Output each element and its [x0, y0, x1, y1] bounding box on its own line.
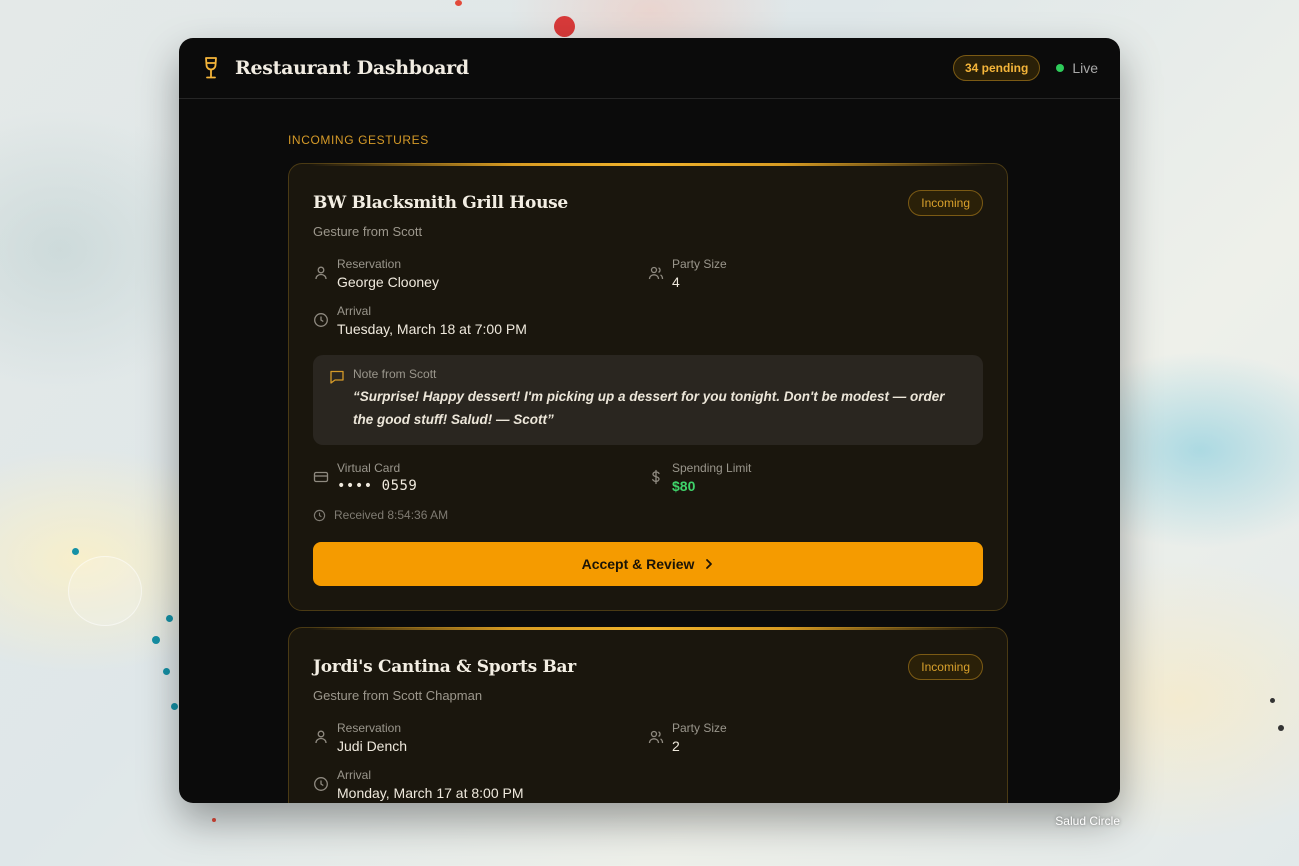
reservation-label: Reservation	[337, 721, 402, 735]
gestures-feed: INCOMING GESTURES BW Blacksmith Grill Ho…	[288, 133, 1008, 803]
top-bar: Restaurant Dashboard 34 pending Live	[179, 38, 1120, 99]
clock-icon	[314, 313, 328, 327]
virtual-card-label: Virtual Card	[337, 461, 401, 475]
reservation-field: Reservation George Clooney	[313, 257, 648, 290]
reservation-value: Judi Dench	[337, 738, 408, 754]
reservation-value: George Clooney	[337, 274, 439, 290]
user-icon	[315, 730, 327, 744]
background-paint-dot	[166, 615, 173, 622]
background-bubble	[68, 556, 142, 626]
arrival-label: Arrival	[337, 304, 372, 318]
arrival-field: Arrival Tuesday, March 18 at 7:00 PM	[313, 304, 813, 337]
users-icon	[648, 730, 664, 744]
background-paint-dot	[1270, 698, 1275, 703]
note-box: Note from Scott “Surprise! Happy dessert…	[313, 355, 983, 445]
dashboard-window: Restaurant Dashboard 34 pending Live INC…	[179, 38, 1120, 803]
party-size-field: Party Size 2	[648, 721, 983, 754]
arrival-label: Arrival	[337, 768, 372, 782]
background-paint-dot	[455, 0, 462, 6]
arrival-value: Monday, March 17 at 8:00 PM	[337, 785, 524, 801]
background-paint-dot	[72, 548, 79, 555]
live-status-dot	[1056, 64, 1065, 72]
spending-limit-field: Spending Limit $80	[648, 461, 983, 494]
party-size-value: 4	[672, 274, 680, 290]
party-size-field: Party Size 4	[648, 257, 983, 290]
restaurant-name: BW Blacksmith Grill House	[313, 193, 568, 213]
party-size-label: Party Size	[672, 257, 727, 271]
virtual-card-number: •••• 0559	[337, 478, 418, 494]
background-paint-dot	[163, 668, 170, 675]
header-status: 34 pending Live	[952, 55, 1098, 81]
credit-card-icon	[313, 471, 329, 483]
page-title: Restaurant Dashboard	[235, 57, 469, 79]
virtual-card-field: Virtual Card •••• 0559	[313, 461, 648, 494]
background-paint-dot	[152, 636, 160, 644]
reservation-label: Reservation	[337, 257, 402, 271]
gesture-card: BW Blacksmith Grill House Incoming Gestu…	[288, 163, 1008, 611]
arrival-value: Tuesday, March 18 at 7:00 PM	[337, 321, 527, 337]
party-size-value: 2	[672, 738, 680, 754]
gesture-sender: Gesture from Scott Chapman	[313, 688, 483, 703]
note-label: Note from Scott	[353, 367, 437, 381]
received-timestamp: Received 8:54:36 AM	[313, 508, 983, 522]
pending-count-badge[interactable]: 34 pending	[952, 55, 1041, 81]
arrival-field: Arrival Monday, March 17 at 8:00 PM	[313, 768, 813, 801]
chevron-right-icon	[706, 559, 713, 569]
gesture-card: Jordi's Cantina & Sports Bar Incoming Ge…	[288, 627, 1008, 803]
live-status-label: Live	[1072, 60, 1098, 76]
section-heading: INCOMING GESTURES	[288, 133, 429, 147]
gesture-sender: Gesture from Scott	[313, 224, 423, 239]
clock-icon	[313, 509, 326, 521]
restaurant-name: Jordi's Cantina & Sports Bar	[313, 657, 576, 677]
footer-credit: Salud Circle	[1055, 814, 1120, 828]
background-paint-dot	[171, 703, 178, 710]
accept-review-label: Accept & Review	[581, 556, 695, 572]
user-icon	[315, 266, 327, 280]
status-badge: Incoming	[908, 190, 983, 216]
dollar-icon	[652, 469, 660, 485]
wine-glass-icon	[205, 57, 217, 79]
message-icon	[330, 370, 344, 384]
users-icon	[648, 266, 664, 280]
accept-review-button[interactable]: Accept & Review	[313, 542, 983, 586]
clock-icon	[314, 777, 328, 791]
spending-limit-label: Spending Limit	[672, 461, 752, 475]
status-badge: Incoming	[908, 654, 983, 680]
note-text: “Surprise! Happy dessert! I'm picking up…	[353, 389, 945, 427]
reservation-field: Reservation Judi Dench	[313, 721, 648, 754]
background-paint-dot	[554, 16, 575, 37]
spending-limit-value: $80	[672, 478, 696, 494]
background-paint-dot	[1278, 725, 1284, 731]
received-text: Received 8:54:36 AM	[334, 508, 449, 522]
background-paint-dot	[212, 818, 216, 822]
party-size-label: Party Size	[672, 721, 727, 735]
